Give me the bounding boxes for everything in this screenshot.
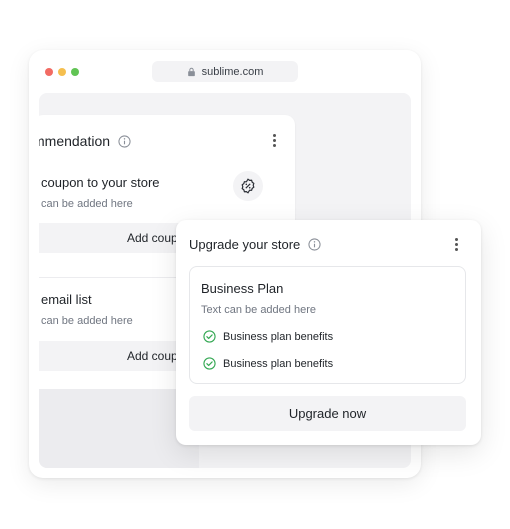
lock-icon bbox=[187, 67, 195, 76]
discount-badge bbox=[233, 171, 263, 201]
upgrade-card: Upgrade your store Business Plan Text ca… bbox=[176, 220, 481, 445]
info-icon[interactable] bbox=[118, 134, 131, 148]
close-window-button[interactable] bbox=[45, 68, 53, 76]
check-circle-icon bbox=[203, 357, 216, 370]
item-title: email list bbox=[41, 292, 92, 307]
plan-name: Business Plan bbox=[201, 281, 284, 296]
benefit-label: Business plan benefits bbox=[223, 330, 334, 343]
plan-subtitle: Text can be added here bbox=[201, 304, 316, 316]
more-options-icon[interactable] bbox=[273, 134, 277, 148]
plan-box: Business Plan Text can be added here Bus… bbox=[189, 266, 466, 384]
minimize-window-button[interactable] bbox=[58, 68, 66, 76]
item-subtitle: can be added here bbox=[41, 198, 133, 210]
maximize-window-button[interactable] bbox=[71, 68, 79, 76]
url-text: sublime.com bbox=[201, 65, 264, 78]
benefit-item: Business plan benefits bbox=[203, 357, 333, 370]
discount-badge-icon bbox=[241, 178, 255, 194]
recommendation-card-title: mmendation bbox=[39, 133, 111, 149]
placeholder-block bbox=[39, 389, 199, 468]
item-title: coupon to your store bbox=[41, 175, 160, 190]
check-circle-icon bbox=[203, 330, 216, 343]
item-subtitle: can be added here bbox=[41, 315, 133, 327]
upgrade-now-button[interactable]: Upgrade now bbox=[189, 396, 466, 431]
info-icon[interactable] bbox=[308, 238, 321, 251]
benefit-item: Business plan benefits bbox=[203, 330, 333, 343]
upgrade-card-header: Upgrade your store bbox=[189, 237, 321, 252]
recommendation-card-header: mmendation bbox=[39, 133, 131, 149]
benefit-label: Business plan benefits bbox=[223, 357, 334, 370]
address-bar[interactable]: sublime.com bbox=[152, 61, 298, 82]
more-options-icon[interactable] bbox=[455, 238, 459, 252]
upgrade-card-title: Upgrade your store bbox=[189, 237, 301, 252]
